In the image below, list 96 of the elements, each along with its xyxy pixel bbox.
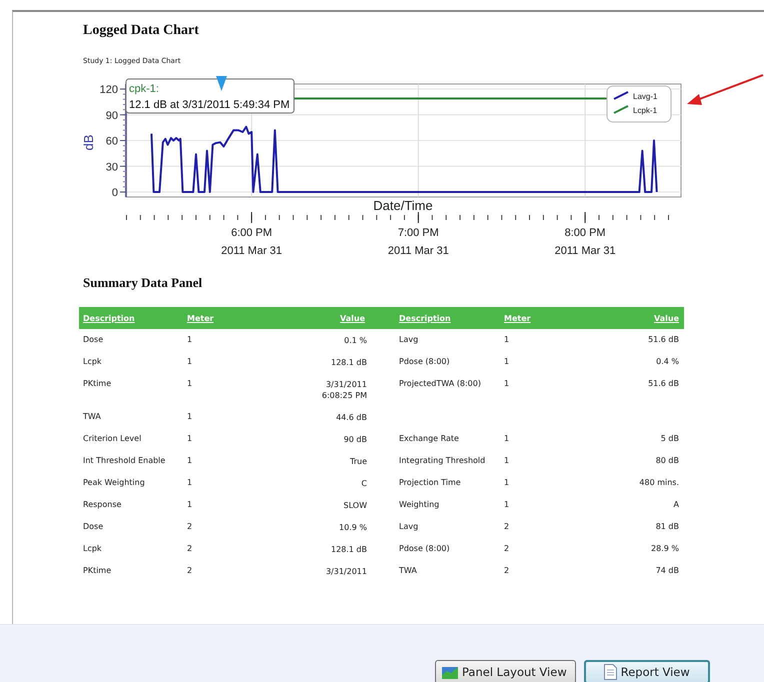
table-cell: 1	[187, 357, 192, 366]
table-cell: 10.9 %	[339, 522, 367, 533]
table-cell: 2	[187, 544, 192, 553]
table-cell: 81 dB	[656, 522, 679, 531]
view-button[interactable]: Report View	[584, 660, 710, 682]
table-cell: 1	[187, 379, 192, 388]
tick-label: 8:00 PM	[564, 227, 606, 239]
view-button[interactable]: Panel Layout View	[435, 660, 576, 682]
table-cell: 1	[187, 434, 192, 443]
legend-box	[606, 86, 672, 122]
table-cell: Lcpk	[83, 357, 102, 366]
axis-title: dB	[81, 134, 96, 150]
table-cell: 480 mins.	[639, 478, 679, 487]
table-cell: 128.1 dB	[330, 544, 367, 555]
table-cell: 1	[504, 434, 510, 443]
table-cell: 2	[504, 544, 510, 553]
table-cell: Int Threshold Enable	[83, 456, 166, 465]
table-cell: TWA	[83, 412, 101, 421]
legend-line-icon	[614, 105, 628, 114]
legend-line-icon	[614, 91, 628, 100]
column-header[interactable]: Description	[399, 314, 451, 322]
table-cell: Criterion Level	[83, 434, 142, 443]
table-cell: True	[350, 456, 367, 467]
table-cell: 1	[187, 500, 192, 509]
table-cell: Dose	[83, 335, 104, 344]
table-cell: 0.1 %	[344, 335, 367, 346]
tick-label: 60	[106, 136, 118, 148]
tick-date: 2011 Mar 31	[554, 245, 616, 257]
table-cell: Lavg	[399, 522, 418, 531]
document-icon	[604, 664, 617, 680]
column-header[interactable]: Meter	[187, 314, 214, 322]
table-cell: 1	[504, 456, 510, 465]
table-cell: C	[361, 478, 367, 489]
table-cell: Pdose (8:00)	[399, 357, 450, 366]
column-header[interactable]: Value	[340, 314, 365, 322]
table-cell: Pdose (8:00)	[399, 544, 450, 553]
tick-label: 90	[106, 110, 118, 122]
table-cell: 1	[504, 357, 510, 366]
table-cell: Exchange Rate	[399, 434, 459, 443]
section-title: Summary Data Panel	[83, 275, 202, 291]
table-cell: 44.6 dB	[336, 412, 367, 423]
table-cell: 2	[504, 566, 510, 575]
tick-label: 7:00 PM	[398, 227, 439, 239]
chart-icon	[442, 665, 458, 679]
tick-label: 0	[112, 187, 118, 200]
table-cell: 3/31/2011 6:08:25 PM	[322, 379, 367, 401]
table-cell: Projection Time	[399, 478, 461, 487]
legend-label: Lcpk-1	[633, 106, 658, 115]
tick-label: 120	[100, 84, 118, 96]
table-cell: 1	[504, 478, 510, 487]
table-cell: 1	[504, 379, 510, 388]
table-cell: 1	[504, 335, 510, 344]
table-cell: Lcpk	[83, 544, 102, 553]
table-cell: 90 dB	[344, 434, 367, 445]
table-cell: 2	[504, 522, 510, 531]
table-cell: 1	[187, 478, 192, 487]
table-cell: PKtime	[83, 566, 112, 575]
axis-title: Date/Time	[373, 198, 433, 213]
table-cell: 28.9 %	[651, 544, 679, 553]
tooltip-title: cpk-1:	[129, 83, 159, 95]
table-cell: PKtime	[83, 379, 112, 388]
table-cell: TWA	[399, 566, 417, 575]
legend-label: Lavg-1	[633, 92, 658, 101]
table-cell: Dose	[83, 522, 104, 531]
table-cell: 2	[187, 522, 192, 531]
section-title: Logged Data Chart	[83, 23, 199, 39]
table-cell: 0.4 %	[656, 357, 679, 366]
marker-icon	[216, 76, 227, 91]
column-header[interactable]: Value	[654, 314, 679, 322]
table-cell: 1	[504, 500, 510, 509]
tick-date: 2011 Mar 31	[221, 245, 282, 257]
tick-date: 2011 Mar 31	[388, 245, 449, 257]
table-cell: 80 dB	[656, 456, 679, 465]
table-cell: 51.6 dB	[648, 335, 679, 344]
table-cell: Response	[83, 500, 122, 509]
table-cell: SLOW	[344, 500, 367, 511]
table-cell: 74 dB	[656, 566, 679, 575]
tick-label: 6:00 PM	[231, 227, 272, 239]
table-cell: 51.6 dB	[648, 379, 679, 388]
table-cell: 2	[187, 566, 192, 575]
column-header[interactable]: Description	[83, 314, 135, 322]
table-cell: Peak Weighting	[83, 478, 145, 487]
table-cell: Lavg	[399, 335, 418, 344]
table-cell: 1	[187, 456, 192, 465]
table-cell: ProjectedTWA (8:00)	[399, 379, 481, 388]
table-cell: 1	[187, 335, 192, 344]
tick-label: 30	[106, 161, 118, 174]
table-cell: Weighting	[399, 500, 440, 509]
table-cell: Integrating Threshold	[399, 456, 486, 465]
table-cell: 1	[187, 412, 192, 421]
table-cell: 5 dB	[660, 434, 679, 443]
tooltip-text: 12.1 dB at 3/31/2011 5:49:34 PM	[129, 99, 290, 111]
table-cell: A	[674, 500, 679, 509]
column-header[interactable]: Meter	[504, 314, 531, 322]
table-cell: 3/31/2011	[326, 566, 367, 577]
table-cell: 128.1 dB	[330, 357, 367, 368]
